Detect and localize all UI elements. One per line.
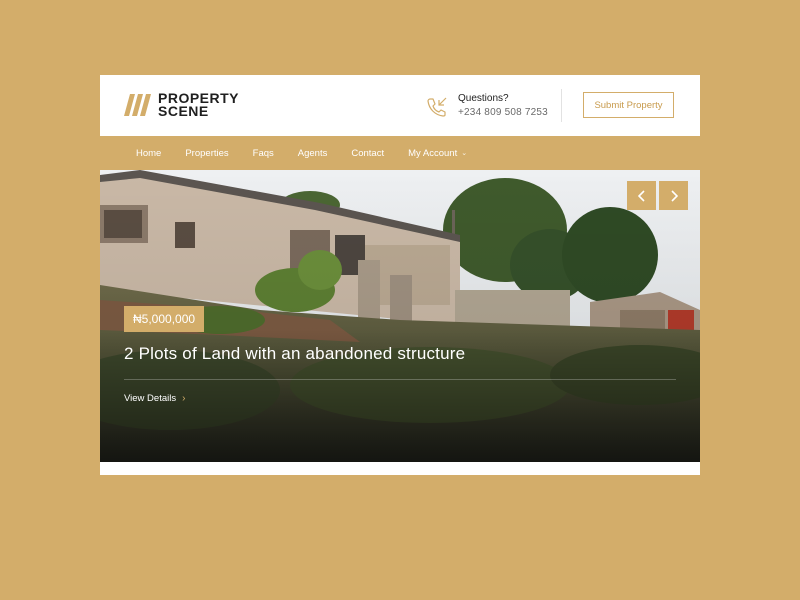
price-badge: ₦5,000,000 bbox=[124, 306, 205, 332]
chevron-left-icon bbox=[637, 189, 645, 202]
nav-item-faqs[interactable]: Faqs bbox=[253, 148, 274, 159]
logo[interactable]: PROPERTY SCENE bbox=[124, 90, 239, 120]
header-divider bbox=[561, 89, 562, 122]
slider-prev-button[interactable] bbox=[627, 181, 656, 210]
main-nav: Home Properties Faqs Agents Contact My A… bbox=[100, 136, 700, 170]
nav-item-agents[interactable]: Agents bbox=[298, 148, 328, 159]
nav-item-contact[interactable]: Contact bbox=[351, 148, 384, 159]
logo-mark-icon bbox=[124, 94, 151, 116]
header: PROPERTY SCENE Questions? +234 809 508 7… bbox=[100, 75, 700, 136]
contact-phone[interactable]: +234 809 508 7253 bbox=[458, 106, 548, 120]
chevron-down-icon: ⌄ bbox=[461, 150, 468, 157]
nav-item-properties[interactable]: Properties bbox=[185, 148, 228, 159]
logo-text: PROPERTY SCENE bbox=[158, 91, 239, 119]
contact-block: Questions? +234 809 508 7253 bbox=[426, 92, 548, 122]
nav-item-my-account-label: My Account bbox=[408, 147, 458, 159]
phone-icon bbox=[427, 97, 447, 117]
chevron-right-small-icon: › bbox=[182, 393, 186, 404]
caption-divider bbox=[124, 379, 676, 380]
submit-property-button[interactable]: Submit Property bbox=[583, 92, 674, 118]
view-details-label: View Details bbox=[124, 393, 177, 404]
nav-item-home[interactable]: Home bbox=[136, 148, 161, 159]
nav-item-my-account[interactable]: My Account ⌄ bbox=[408, 148, 467, 159]
property-title[interactable]: 2 Plots of Land with an abandoned struct… bbox=[124, 344, 465, 364]
site-frame: PROPERTY SCENE Questions? +234 809 508 7… bbox=[100, 75, 700, 475]
logo-line-2: SCENE bbox=[158, 103, 209, 119]
contact-label: Questions? bbox=[458, 93, 509, 104]
view-details-link[interactable]: View Details › bbox=[124, 393, 185, 404]
chevron-right-icon bbox=[670, 189, 678, 202]
slider-next-button[interactable] bbox=[659, 181, 688, 210]
